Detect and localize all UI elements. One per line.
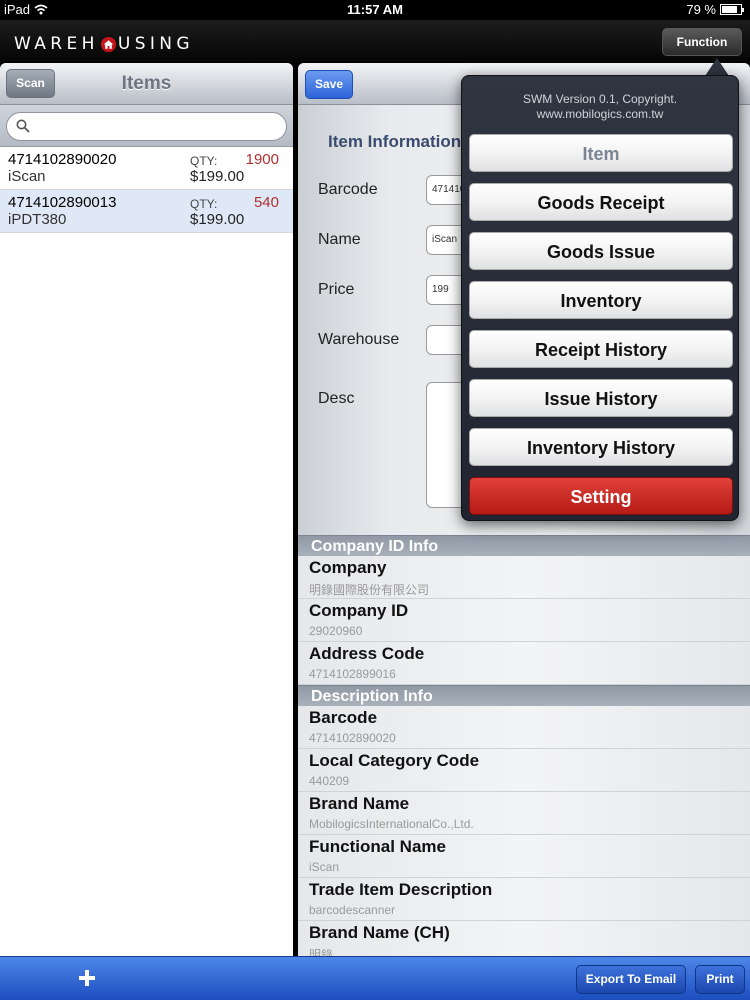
- menu-item-goods-issue[interactable]: Goods Issue: [469, 232, 733, 270]
- house-icon: [100, 36, 116, 52]
- bottom-toolbar: Export To Email Print: [0, 956, 750, 1000]
- item-code: 4714102890013: [8, 194, 117, 211]
- item-name: iScan: [8, 168, 46, 185]
- info-row: Company ID 29020960: [298, 599, 750, 642]
- info-value: 29020960: [309, 624, 363, 638]
- info-row: Functional Name iScan: [298, 835, 750, 878]
- status-right: 79 %: [686, 2, 744, 17]
- brand-logo: WAREH USING: [14, 34, 194, 54]
- info-label: Brand Name: [309, 794, 410, 813]
- status-bar: iPad 11:57 AM 79 %: [0, 0, 750, 20]
- website-line: www.mobilogics.com.tw: [536, 107, 664, 121]
- search-icon: [16, 119, 30, 133]
- info-row: Brand Name MobilogicsInternationalCo.,Lt…: [298, 792, 750, 835]
- company-group-header: Company ID Info: [298, 535, 750, 556]
- menu-item-inventory[interactable]: Inventory: [469, 281, 733, 319]
- item-qty: 540: [253, 194, 279, 211]
- list-item[interactable]: 4714102890013 iPDT380 QTY: 540 $199.00: [0, 190, 293, 233]
- info-value: 4714102899016: [309, 667, 396, 681]
- info-row: Brand Name (CH) 明錄: [298, 921, 750, 956]
- info-label: Company: [309, 558, 387, 577]
- item-qty: 1900: [245, 151, 279, 168]
- items-panel: Scan Items 4714102890020 iScan QTY: 1900…: [0, 63, 293, 956]
- desc-label: Desc: [318, 390, 355, 407]
- info-row: Barcode 4714102890020: [298, 706, 750, 749]
- save-button[interactable]: Save: [305, 70, 353, 99]
- menu-item-setting[interactable]: Setting: [469, 477, 733, 515]
- add-icon[interactable]: [74, 963, 100, 993]
- info-value: MobilogicsInternationalCo.,Ltd.: [309, 817, 474, 831]
- item-price: $199.00: [190, 168, 245, 185]
- info-value: 440209: [309, 774, 350, 788]
- function-button[interactable]: Function: [662, 28, 742, 56]
- copyright-line: SWM Version 0.1, Copyright.: [522, 92, 678, 106]
- status-time: 11:57 AM: [347, 2, 403, 17]
- search-input[interactable]: [6, 112, 287, 141]
- menu-item-receipt-history[interactable]: Receipt History: [469, 330, 733, 368]
- menu-item-inventory-history[interactable]: Inventory History: [469, 428, 733, 466]
- app-header: WAREH USING Function: [0, 20, 750, 62]
- info-row: Company 明錄國際股份有限公司: [298, 556, 750, 599]
- items-toolbar: Scan Items: [0, 63, 293, 105]
- price-label: Price: [318, 281, 355, 298]
- search-bar: [0, 105, 293, 147]
- menu-item-item[interactable]: Item: [469, 134, 733, 172]
- menu-item-issue-history[interactable]: Issue History: [469, 379, 733, 417]
- barcode-label: Barcode: [318, 181, 378, 198]
- info-value: barcodescanner: [309, 903, 396, 917]
- brand-text-left: WAREH: [14, 34, 99, 54]
- info-value: iScan: [309, 860, 340, 874]
- info-label: Company ID: [309, 601, 409, 620]
- info-label: Barcode: [309, 708, 378, 727]
- popover-arrow: [705, 58, 729, 76]
- popover-copyright: SWM Version 0.1, Copyright. www.mobilogi…: [462, 92, 738, 122]
- brand-text-right: USING: [117, 34, 194, 54]
- qty-label: QTY:: [190, 197, 218, 211]
- info-label: Brand Name (CH): [309, 923, 450, 942]
- section-title: Item Information: [328, 132, 462, 151]
- info-row: Address Code 4714102899016: [298, 642, 750, 685]
- warehouse-label: Warehouse: [318, 331, 400, 348]
- description-group-header: Description Info: [298, 685, 750, 706]
- info-value: 4714102890020: [309, 731, 396, 745]
- list-item[interactable]: 4714102890020 iScan QTY: 1900 $199.00: [0, 147, 293, 190]
- info-value: 明錄: [309, 948, 334, 956]
- export-email-button[interactable]: Export To Email: [576, 965, 686, 994]
- info-label: Trade Item Description: [309, 880, 493, 899]
- item-code: 4714102890020: [8, 151, 117, 168]
- info-row: Local Category Code 440209: [298, 749, 750, 792]
- battery-percent: 79 %: [686, 2, 716, 17]
- info-label: Address Code: [309, 644, 425, 663]
- info-label: Local Category Code: [309, 751, 480, 770]
- qty-label: QTY:: [190, 154, 218, 168]
- print-button[interactable]: Print: [695, 965, 745, 994]
- info-value: 明錄國際股份有限公司: [309, 583, 430, 597]
- battery-fill: [722, 6, 737, 13]
- function-popover: SWM Version 0.1, Copyright. www.mobilogi…: [461, 75, 739, 521]
- battery-icon: [720, 4, 744, 15]
- scan-button[interactable]: Scan: [6, 69, 55, 98]
- item-name: iPDT380: [8, 211, 67, 228]
- name-label: Name: [318, 231, 361, 248]
- item-price: $199.00: [190, 211, 245, 228]
- info-label: Functional Name: [309, 837, 446, 856]
- info-row: Trade Item Description barcodescanner: [298, 878, 750, 921]
- menu-item-goods-receipt[interactable]: Goods Receipt: [469, 183, 733, 221]
